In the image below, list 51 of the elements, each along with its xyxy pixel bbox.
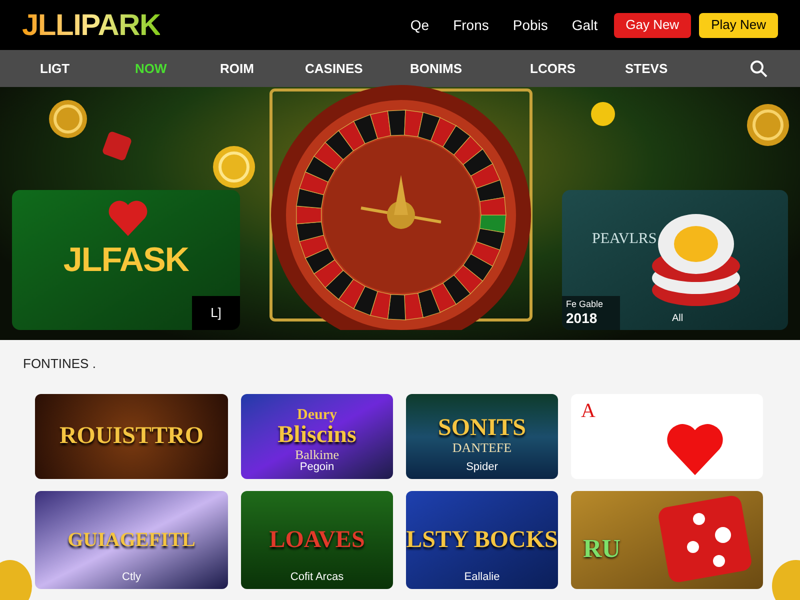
game-subtitle: Balkime bbox=[294, 447, 340, 462]
promo-year: 2018 bbox=[566, 310, 598, 328]
game-caption: Spider bbox=[466, 460, 498, 475]
nav-tab[interactable]: BONIMS bbox=[410, 60, 462, 76]
promo-card[interactable]: JLFASK L] bbox=[12, 190, 240, 330]
game-tile[interactable]: SONITS DANTEFE Spider bbox=[406, 394, 558, 478]
nav-tab[interactable]: STEVS bbox=[625, 60, 668, 76]
header-button[interactable]: Gay New bbox=[614, 12, 692, 38]
promo-caption: Fe Gable bbox=[566, 298, 604, 310]
promo-card[interactable]: PEAVLRS Fe Gable 2018 All bbox=[562, 190, 788, 330]
game-tile[interactable]: GUIAGEFITL Ctly bbox=[35, 490, 228, 588]
nav-tab[interactable]: LIGT bbox=[40, 60, 70, 76]
game-title: LOAVES bbox=[269, 528, 365, 552]
promo-title: JLFASK bbox=[63, 240, 189, 280]
search-icon[interactable] bbox=[750, 60, 768, 78]
promo-label: All bbox=[672, 312, 684, 326]
nav-tab[interactable]: CASINES bbox=[305, 60, 363, 76]
game-title: RU bbox=[583, 532, 621, 564]
promo-badge: L] bbox=[192, 296, 240, 330]
game-caption: Pegoin bbox=[300, 460, 334, 475]
section-heading: FONTINES . bbox=[23, 355, 97, 373]
header-button[interactable]: Play New bbox=[699, 12, 778, 38]
coin-icon bbox=[590, 101, 616, 127]
header-link[interactable]: Qe bbox=[410, 14, 430, 36]
coin-icon bbox=[746, 103, 790, 147]
game-tile[interactable]: LOAVES Cofit Arcas bbox=[241, 490, 393, 588]
game-caption: Ctly bbox=[122, 570, 141, 585]
header-link[interactable]: Frons bbox=[453, 14, 489, 36]
game-overline: Deury bbox=[297, 408, 337, 424]
nav-tab[interactable]: LCORS bbox=[530, 60, 576, 76]
header-link[interactable]: Pobis bbox=[512, 14, 548, 36]
promo-title: PEAVLRS bbox=[592, 230, 657, 249]
nav-tab[interactable]: NOW bbox=[135, 60, 167, 76]
game-tile[interactable]: LSTY BOCKS Eallalie bbox=[406, 490, 558, 588]
game-caption: Eallalie bbox=[464, 570, 500, 585]
game-title: LSTY BOCKS bbox=[406, 528, 558, 552]
game-title: ROUISTTRO bbox=[59, 424, 204, 448]
game-tile[interactable]: Deury Bliscins Balkime Pegoin bbox=[241, 394, 393, 478]
coin-icon bbox=[48, 99, 88, 139]
heart-icon bbox=[106, 198, 150, 238]
game-title: SONITS bbox=[438, 416, 526, 440]
game-title: GUIAGEFITL bbox=[68, 530, 196, 550]
game-subtitle: DANTEFE bbox=[452, 440, 512, 456]
header-link[interactable]: Galt bbox=[572, 14, 598, 36]
game-tile[interactable]: A bbox=[571, 394, 763, 478]
game-title: Bliscins bbox=[278, 423, 356, 448]
coin-icon bbox=[212, 145, 256, 189]
nav-tab[interactable]: ROIM bbox=[220, 60, 254, 76]
card-rank: A bbox=[581, 398, 596, 424]
game-tile[interactable]: ROUISTTRO bbox=[35, 394, 228, 478]
game-caption: Cofit Arcas bbox=[290, 570, 344, 585]
